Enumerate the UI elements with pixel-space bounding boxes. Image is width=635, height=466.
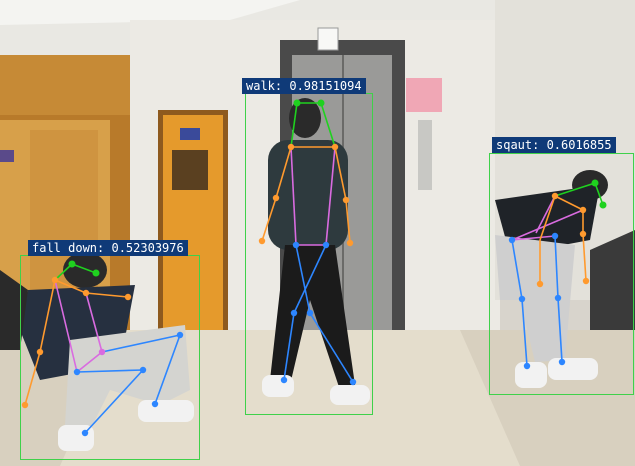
detection-label-fall: fall down: 0.52303976 [28, 240, 188, 256]
detection-label-walk: walk: 0.98151094 [242, 78, 366, 94]
detection-label-squat: sqaut: 0.6016855 [492, 137, 616, 153]
detection-box-walk [245, 93, 373, 415]
detection-box-squat [489, 153, 634, 395]
detection-box-fall [20, 255, 200, 460]
annotated-photo: walk: 0.98151094 sqaut: 0.6016855 fall d… [0, 0, 635, 466]
